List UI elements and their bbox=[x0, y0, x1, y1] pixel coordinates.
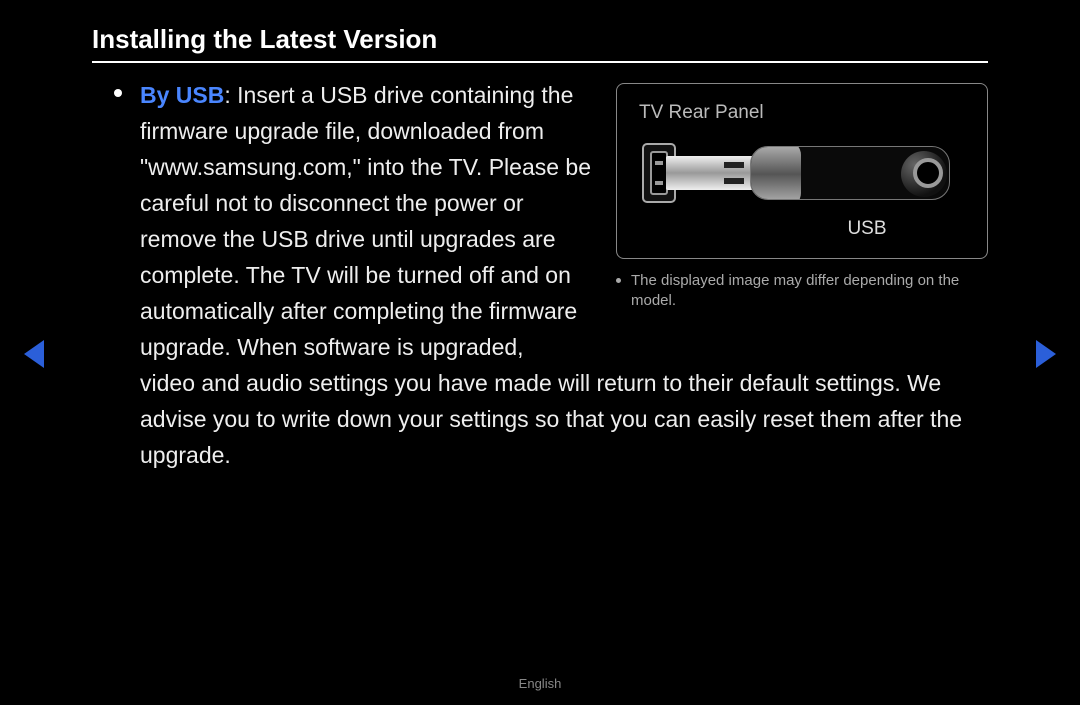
usb-diagram bbox=[642, 138, 962, 208]
bullet-icon bbox=[114, 89, 122, 97]
nav-prev-button[interactable] bbox=[24, 340, 44, 368]
usb-connector-icon bbox=[666, 156, 756, 190]
body-text-top: By USB: Insert a USB drive containing th… bbox=[140, 77, 594, 365]
body-part1: : Insert a USB drive containing the firm… bbox=[140, 82, 591, 360]
note-bullet-icon bbox=[616, 278, 621, 283]
body-text-continued: video and audio settings you have made w… bbox=[140, 365, 988, 473]
language-footer: English bbox=[0, 676, 1080, 691]
panel-title: TV Rear Panel bbox=[639, 102, 965, 124]
usb-drive-icon bbox=[750, 146, 950, 200]
usb-label: USB bbox=[639, 218, 965, 240]
method-label: By USB bbox=[140, 82, 224, 108]
page-heading: Installing the Latest Version bbox=[92, 24, 988, 63]
image-note: The displayed image may differ depending… bbox=[631, 271, 988, 311]
rear-panel-illustration: TV Rear Panel USB bbox=[616, 83, 988, 259]
nav-next-button[interactable] bbox=[1036, 340, 1056, 368]
